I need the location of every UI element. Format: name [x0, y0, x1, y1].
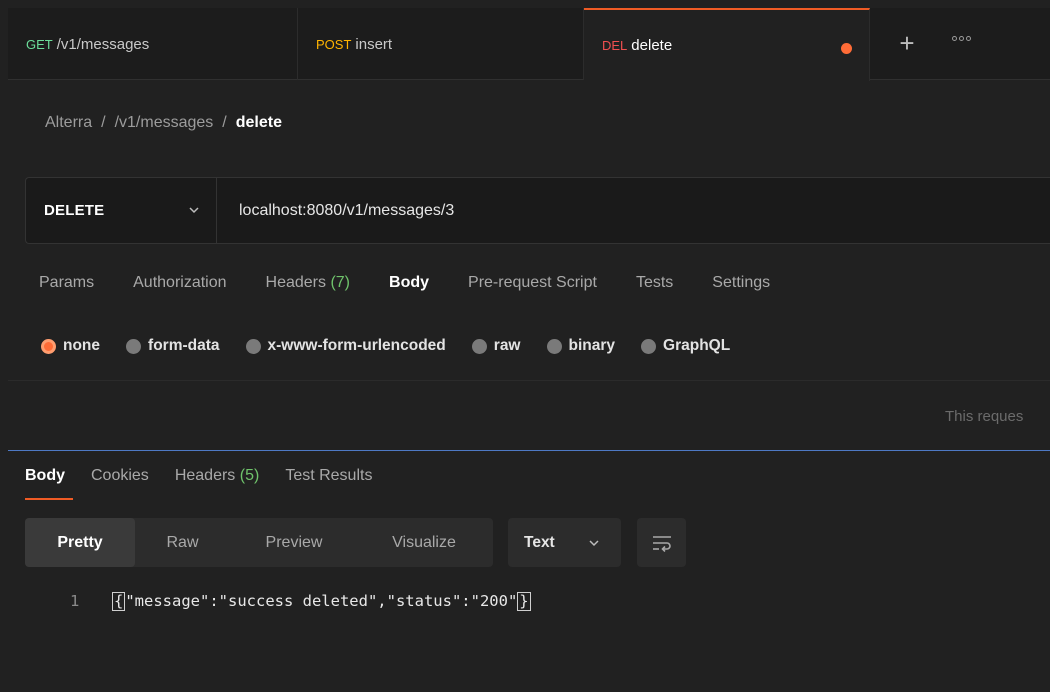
breadcrumb-separator: /	[222, 114, 227, 131]
breadcrumb-folder[interactable]: /v1/messages	[115, 114, 214, 132]
radio-label: binary	[568, 337, 616, 354]
wrap-lines-icon	[652, 535, 671, 552]
view-pretty-button[interactable]: Pretty	[25, 518, 135, 567]
tab-prerequest-script[interactable]: Pre-request Script	[468, 274, 597, 298]
new-tab-plus-icon[interactable]: +	[892, 28, 922, 58]
tab-label: /v1/messages	[56, 35, 150, 53]
close-brace-highlight: }	[517, 592, 531, 611]
radio-selected-icon	[41, 338, 56, 354]
tab-headers[interactable]: Headers (7)	[266, 274, 351, 298]
tab-test-results[interactable]: Test Results	[285, 467, 372, 485]
method-select[interactable]: DELETE	[26, 178, 217, 243]
tab-post-insert[interactable]: POST insert	[298, 8, 584, 80]
response-format-select[interactable]: Text	[508, 518, 621, 567]
view-preview-button[interactable]: Preview	[254, 518, 334, 567]
radio-none[interactable]: none	[41, 337, 100, 355]
tab-method-del: DEL	[602, 38, 628, 53]
chevron-down-icon	[589, 540, 599, 547]
tab-del-delete[interactable]: DEL delete	[584, 8, 870, 81]
tab-authorization[interactable]: Authorization	[133, 274, 226, 298]
tab-response-cookies[interactable]: Cookies	[91, 467, 149, 485]
breadcrumb-workspace[interactable]: Alterra	[45, 114, 92, 132]
radio-raw[interactable]: raw	[471, 337, 521, 355]
tab-response-headers[interactable]: Headers (5)	[175, 467, 260, 485]
tab-get-messages[interactable]: GET /v1/messages	[8, 8, 298, 80]
radio-unselected-icon	[641, 338, 657, 354]
radio-label: x-www-form-urlencoded	[267, 337, 446, 354]
radio-unselected-icon	[245, 338, 261, 354]
request-options-tabs: Params Authorization Headers (7) Body Pr…	[39, 274, 809, 298]
radio-binary[interactable]: binary	[546, 337, 616, 355]
body-type-radio-group: none form-data x-www-form-urlencoded raw…	[41, 337, 756, 355]
request-url-bar: DELETE localhost:8080/v1/messages/3	[25, 177, 1050, 244]
url-input[interactable]: localhost:8080/v1/messages/3	[239, 178, 454, 243]
radio-unselected-icon	[546, 338, 562, 354]
breadcrumb-current[interactable]: delete	[236, 114, 282, 132]
divider	[8, 380, 1050, 381]
radio-label: raw	[493, 337, 521, 354]
tab-method-get: GET	[26, 36, 53, 52]
tab-body[interactable]: Body	[389, 274, 429, 298]
tab-label: insert	[355, 35, 393, 53]
response-headers-count-badge: (5)	[239, 467, 260, 484]
tab-response-headers-label: Headers	[174, 467, 236, 484]
radio-graphql[interactable]: GraphQL	[641, 337, 730, 355]
radio-label: GraphQL	[663, 337, 731, 354]
response-json-text: "message":"success deleted","status":"20…	[125, 592, 518, 610]
tab-settings[interactable]: Settings	[712, 274, 770, 298]
chevron-down-icon	[189, 207, 199, 214]
tab-headers-label: Headers	[265, 274, 326, 291]
tab-tests[interactable]: Tests	[636, 274, 673, 298]
response-tabs: Body Cookies Headers (5) Test Results	[25, 467, 398, 485]
headers-count-badge: (7)	[330, 274, 351, 291]
response-body-editor[interactable]: 1 {"message":"success deleted","status":…	[70, 592, 531, 611]
tab-response-body[interactable]: Body	[25, 467, 65, 485]
method-label: DELETE	[44, 202, 105, 219]
wrap-lines-button[interactable]	[637, 518, 686, 567]
response-view-segmented-control: Pretty Raw Preview Visualize	[25, 518, 493, 567]
tab-params[interactable]: Params	[39, 274, 94, 298]
pane-resize-divider[interactable]	[8, 450, 1050, 451]
radio-x-www-form-urlencoded[interactable]: x-www-form-urlencoded	[245, 337, 446, 355]
view-raw-button[interactable]: Raw	[160, 518, 205, 567]
radio-unselected-icon	[126, 338, 142, 354]
open-brace-highlight: {	[112, 592, 126, 611]
view-visualize-button[interactable]: Visualize	[379, 518, 469, 567]
radio-label: none	[63, 337, 101, 354]
tab-label: delete	[631, 37, 673, 54]
request-tab-bar: GET /v1/messages POST insert DEL delete …	[8, 8, 1050, 81]
code-line: {"message":"success deleted","status":"2…	[112, 592, 531, 611]
line-number: 1	[70, 592, 80, 610]
no-body-notice: This reques	[945, 408, 1024, 425]
breadcrumb: Alterra / /v1/messages / delete	[45, 114, 282, 132]
more-tabs-icon[interactable]	[952, 36, 971, 41]
radio-unselected-icon	[471, 338, 487, 354]
response-format-label: Text	[524, 533, 555, 551]
active-tab-underline	[25, 498, 73, 500]
breadcrumb-separator: /	[101, 114, 106, 131]
tab-method-post: POST	[316, 36, 352, 52]
unsaved-dot-icon	[841, 43, 852, 54]
radio-form-data[interactable]: form-data	[126, 337, 220, 355]
radio-label: form-data	[148, 337, 220, 354]
